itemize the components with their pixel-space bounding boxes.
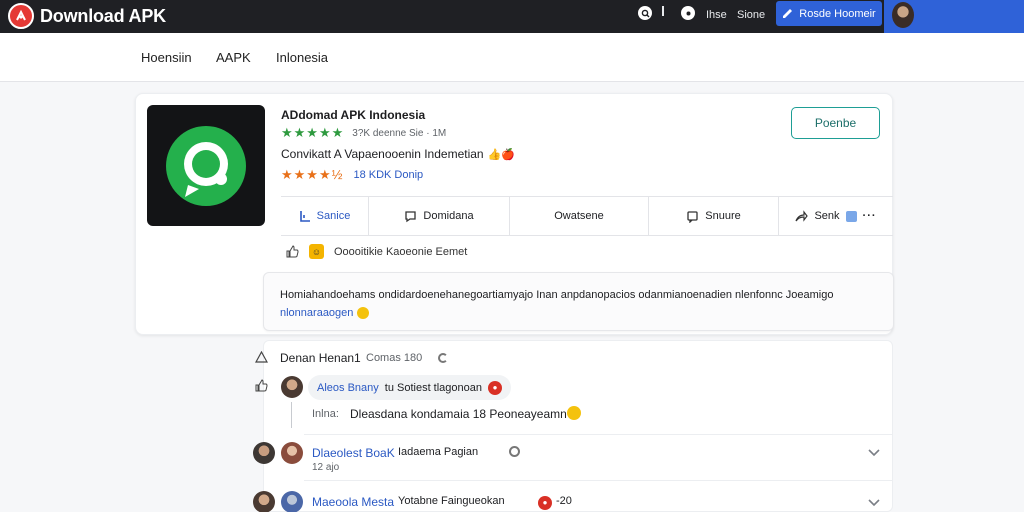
comments-count: Comas 180 [366,352,423,364]
rating-stars-icon: ★★★★½ [281,167,344,182]
comment-author[interactable]: Aleos Bnany [317,382,379,394]
reaction-row: ☺ Ooooitikie Kaoeonie Eemet [286,244,467,259]
chevron-down-icon[interactable] [868,496,880,510]
notice-line-1: Homiahandoehams ondidardoenehanegoartiam… [280,289,834,301]
download-button-label: Rosde Hoomeir [799,7,876,20]
reaction-text: Ooooitikie Kaoeonie Eemet [334,245,468,258]
notice-line-2: nlonnaraaogen [280,307,370,319]
reaction-icon[interactable]: ● [488,380,503,395]
reply-thread-line [291,402,292,428]
globe-icon [509,446,520,460]
action-service[interactable]: Sanice [281,197,369,235]
reaction-icon[interactable]: ● [538,495,552,510]
top-bar: Download APK Ihse Sione Rosde Hoomeir [0,0,1024,33]
download-button[interactable]: Rosde Hoomeir [776,1,882,26]
avatar[interactable] [281,442,303,464]
notice-link[interactable]: nlonnaraaogen [280,307,353,319]
tagline: Convikatt A Vapaenooenin Indemetian 👍🍎 [281,147,515,161]
nav-item-indonesia[interactable]: Inlonesia [276,50,328,65]
nav-item-apk[interactable]: AAPK [216,50,251,65]
share-icon [795,209,809,222]
top-link-2[interactable]: Sione [737,9,765,21]
user-avatar[interactable] [892,2,914,28]
avatar[interactable] [253,491,275,512]
avatar[interactable] [253,442,275,464]
top-link-1[interactable]: Ihse [706,9,727,21]
app-title: ADdomad APK Indonesia [281,108,426,122]
settings-icon[interactable] [681,6,695,20]
comment-icon [405,210,417,222]
reply-text: Dleasdana kondamaia 18 Peoneayeamn [350,407,567,421]
chevron-down-icon[interactable] [868,446,880,460]
logo-icon [8,3,34,29]
action-source[interactable]: Snuure [649,197,779,235]
clock-icon[interactable] [662,6,670,16]
divider [304,434,892,435]
site-logo[interactable]: Download APK [8,2,166,30]
pen-icon [783,9,793,18]
comment-text: tu Sotiest tlagonoan [384,381,483,394]
comment-author[interactable]: Dlaeolest BoaK [312,446,395,460]
smiley-icon [357,307,370,319]
like-icon[interactable] [255,379,268,395]
divider [304,480,892,481]
avatar[interactable] [281,376,303,398]
notice-box: Homiahandoehams ondidardoenehanegoartiam… [263,272,894,331]
refresh-icon[interactable] [438,352,448,366]
laugh-emoji-icon [567,406,581,423]
comments-panel [263,340,893,512]
comment-bubble: Aleos Bnany tu Sotiest tlagonoan ● [308,375,512,400]
emoji-badge-icon: ☺ [309,244,324,259]
comment-text: Yotabne Faingueokan [398,495,505,507]
comments-title: Denan Henan1 [280,351,361,365]
thumbs-up-icon[interactable] [286,245,299,258]
tagline-text: Convikatt A Vapaenooenin Indemetian [281,147,484,161]
star-rating-icon: ★★★★★ [281,125,345,140]
stats-row: ★★★★★ 3?K deenne Sie · 1M [281,125,446,141]
action-bar: Sanice Domidana Owatsene Snuure Senk ··· [281,196,893,236]
badge-icon [845,210,857,222]
comment-meta: 12 ajo [312,462,340,473]
breadcrumb-nav: Hoensiin AAPK Inlonesia [0,33,1024,82]
rating-row: ★★★★½ 18 KDK Donip [281,167,423,183]
reply-label: Inlna: [312,408,339,420]
action-share[interactable]: Senk ··· [779,197,893,235]
stats-text: 3?K deenne Sie · 1M [352,127,447,139]
logo-text: Download APK [40,5,166,26]
avatar[interactable] [281,491,303,512]
action-comment[interactable]: Domidana [369,197,510,235]
follow-button[interactable]: Poenbe [791,107,880,139]
app-card: ADdomad APK Indonesia ★★★★★ 3?K deenne S… [135,93,894,335]
comment-author[interactable]: Maeoola Mesta [312,495,394,509]
comment-text: Iadaema Pagian [398,446,479,458]
message-icon [687,210,698,223]
tagline-emoji: 👍🍎 [487,148,515,161]
rating-count[interactable]: 18 KDK Donip [353,169,423,181]
search-icon[interactable] [638,6,652,20]
more-icon[interactable]: ··· [863,210,877,222]
comment-meta: -20 [556,495,572,507]
chart-icon [299,211,310,222]
nav-item-home[interactable]: Hoensiin [141,50,192,65]
comment-header-icon [254,350,269,367]
app-icon [147,105,265,226]
action-overview[interactable]: Owatsene [510,197,649,235]
